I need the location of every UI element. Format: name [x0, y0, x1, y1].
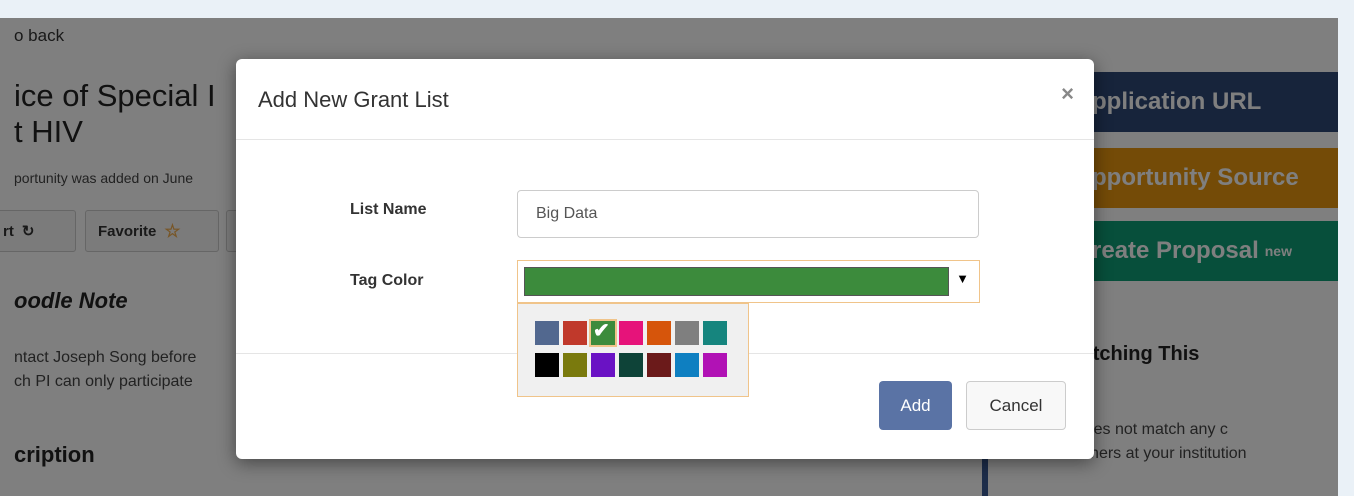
tag-color-select[interactable]: ▼: [517, 260, 980, 303]
chevron-down-icon: ▼: [956, 271, 969, 286]
color-swatch[interactable]: [591, 353, 615, 377]
selected-color-swatch: [524, 267, 949, 296]
add-grant-list-modal: Add New Grant List × List Name Tag Color…: [236, 59, 1094, 459]
color-swatch[interactable]: [703, 353, 727, 377]
color-palette: ✔: [517, 303, 749, 397]
list-name-label: List Name: [350, 201, 427, 218]
color-swatch[interactable]: [675, 353, 699, 377]
color-swatch[interactable]: [703, 321, 727, 345]
close-icon[interactable]: ×: [1061, 81, 1074, 107]
modal-header-divider: [236, 139, 1094, 140]
color-swatch[interactable]: [535, 353, 559, 377]
color-swatch[interactable]: ✔: [589, 319, 617, 347]
color-swatch[interactable]: [535, 321, 559, 345]
add-button[interactable]: Add: [879, 381, 952, 430]
color-swatch[interactable]: [619, 321, 643, 345]
color-swatch[interactable]: [675, 321, 699, 345]
color-swatch[interactable]: [647, 353, 671, 377]
color-swatch[interactable]: [563, 321, 587, 345]
color-swatch[interactable]: [619, 353, 643, 377]
palette-row-1: ✔: [535, 319, 727, 347]
cancel-button[interactable]: Cancel: [966, 381, 1066, 430]
tag-color-label: Tag Color: [350, 272, 424, 289]
checkmark-icon: ✔: [593, 320, 610, 342]
color-swatch[interactable]: [647, 321, 671, 345]
palette-row-2: [535, 353, 727, 377]
modal-title: Add New Grant List: [258, 87, 449, 112]
color-swatch[interactable]: [563, 353, 587, 377]
list-name-input[interactable]: [517, 190, 979, 238]
